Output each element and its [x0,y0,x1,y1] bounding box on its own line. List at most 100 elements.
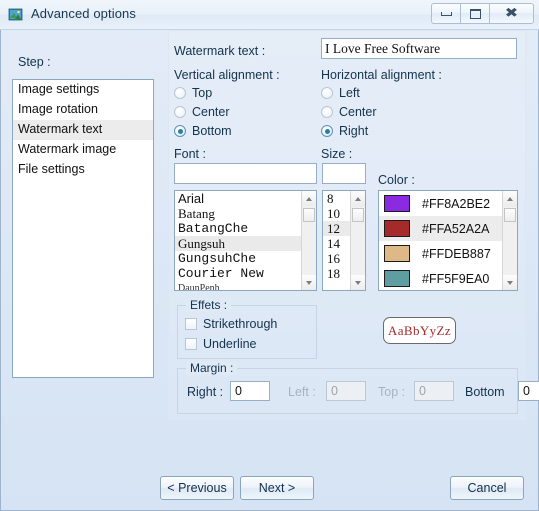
radio-halign-left[interactable]: Left [321,84,360,102]
radio-valign-bottom[interactable]: Bottom [174,122,232,140]
maximize-icon [469,8,481,19]
list-item[interactable]: #FF8A2BE2 [379,191,502,216]
margin-label: Margin : [186,361,238,375]
scroll-up-button[interactable] [503,191,517,206]
list-item[interactable]: 16 [323,251,350,266]
sidebar-item-image-settings[interactable]: Image settings [13,80,153,100]
color-swatch-icon [384,270,410,287]
sidebar-item-image-rotation[interactable]: Image rotation [13,100,153,120]
sidebar-item-file-settings[interactable]: File settings [13,160,153,180]
minimize-icon [440,11,452,16]
list-item[interactable]: 10 [323,206,350,221]
font-list-scrollbar[interactable] [301,191,316,290]
maximize-button[interactable] [460,3,489,24]
radio-label: Center [339,105,377,119]
minimize-button[interactable] [431,3,460,24]
advanced-options-dialog: Advanced options ✖ Step : Image settings… [0,0,539,511]
radio-label: Bottom [192,124,232,138]
scrollbar-thumb[interactable] [352,208,364,222]
list-item-selected[interactable]: Gungsuh [175,236,301,251]
list-item[interactable]: DaunPenh [175,281,301,290]
size-list-items: 8 10 12 14 16 18 [323,191,350,290]
font-list[interactable]: Arial Batang BatangChe Gungsuh GungsuhCh… [174,190,317,291]
list-item[interactable]: Batang [175,206,301,221]
scroll-down-button[interactable] [302,275,316,290]
list-item[interactable]: 18 [323,266,350,281]
color-list-scrollbar[interactable] [502,191,517,290]
list-item[interactable]: #FF5F9EA0 [379,266,502,290]
margin-left-input [326,381,366,401]
margin-top-label: Top : [378,385,406,399]
color-list-items: #FF8A2BE2 #FFA52A2A #FFDEB887 #FF5F9EA0 [379,191,502,290]
color-swatch-icon [384,195,410,212]
sidebar-item-watermark-text[interactable]: Watermark text [13,120,153,140]
chevron-down-icon [355,280,361,285]
scroll-down-button[interactable] [351,275,365,290]
radio-icon-selected [321,125,333,137]
radio-halign-right[interactable]: Right [321,122,368,140]
margin-top-input [414,381,454,401]
radio-icon [321,87,333,99]
chevron-down-icon [507,280,513,285]
list-item[interactable]: BatangChe [175,221,301,236]
color-list[interactable]: #FF8A2BE2 #FFA52A2A #FFDEB887 #FF5F9EA0 [378,190,518,291]
radio-icon-selected [174,125,186,137]
margin-right-label: Right : [187,385,224,399]
radio-halign-center[interactable]: Center [321,103,377,121]
vertical-alignment-label: Vertical alignment : [174,68,280,82]
watermark-text-input[interactable] [321,38,517,59]
margin-right-input[interactable] [230,381,270,401]
radio-icon [174,106,186,118]
list-item-selected[interactable]: #FFA52A2A [379,216,502,241]
scroll-up-button[interactable] [302,191,316,206]
scrollbar-thumb[interactable] [504,208,516,222]
list-item-selected[interactable]: 12 [323,221,350,236]
effects-label: Effets : [186,298,232,312]
close-icon: ✖ [504,6,519,21]
list-item[interactable]: 14 [323,236,350,251]
font-input[interactable] [174,163,317,184]
checkbox-underline[interactable]: Underline [185,337,257,351]
watermark-text-label: Watermark text : [174,44,266,58]
window-controls: ✖ [431,3,534,24]
scroll-up-button[interactable] [351,191,365,206]
scrollbar-thumb[interactable] [303,208,315,222]
margin-bottom-input[interactable] [518,381,539,401]
size-input[interactable] [322,163,366,184]
size-label: Size : [321,147,353,161]
checkbox-strikethrough[interactable]: Strikethrough [185,317,277,331]
radio-valign-center[interactable]: Center [174,103,230,121]
chevron-up-icon [306,196,312,201]
size-list[interactable]: 8 10 12 14 16 18 [322,190,366,291]
color-swatch-icon [384,245,410,262]
sidebar-item-watermark-image[interactable]: Watermark image [13,140,153,160]
window-title: Advanced options [31,6,136,21]
color-swatch-icon [384,220,410,237]
list-item[interactable]: Courier New [175,266,301,281]
checkbox-label: Strikethrough [203,317,278,331]
close-button[interactable]: ✖ [489,3,534,24]
list-item[interactable]: GungsuhChe [175,251,301,266]
margin-bottom-label: Bottom [465,385,505,399]
scroll-down-button[interactable] [503,275,517,290]
next-button[interactable]: Next > [240,476,314,500]
list-item[interactable]: Arial [175,191,301,206]
checkbox-icon [185,338,197,350]
font-preview-box: AaBbYyZz [383,317,456,344]
chevron-up-icon [507,196,513,201]
radio-valign-top[interactable]: Top [174,84,212,102]
list-item[interactable]: 8 [323,191,350,206]
list-item[interactable]: #FFDEB887 [379,241,502,266]
step-list[interactable]: Image settings Image rotation Watermark … [12,79,154,378]
color-hex-label: #FF8A2BE2 [422,196,491,211]
size-list-scrollbar[interactable] [350,191,365,290]
previous-button[interactable]: < Previous [160,476,234,500]
font-label: Font : [174,147,206,161]
radio-label: Right [339,124,369,138]
font-list-items: Arial Batang BatangChe Gungsuh GungsuhCh… [175,191,301,290]
font-preview-text: AaBbYyZz [387,322,452,338]
cancel-button[interactable]: Cancel [450,476,524,500]
radio-label: Center [192,105,230,119]
radio-icon [174,87,186,99]
title-bar[interactable]: Advanced options ✖ [0,0,539,30]
